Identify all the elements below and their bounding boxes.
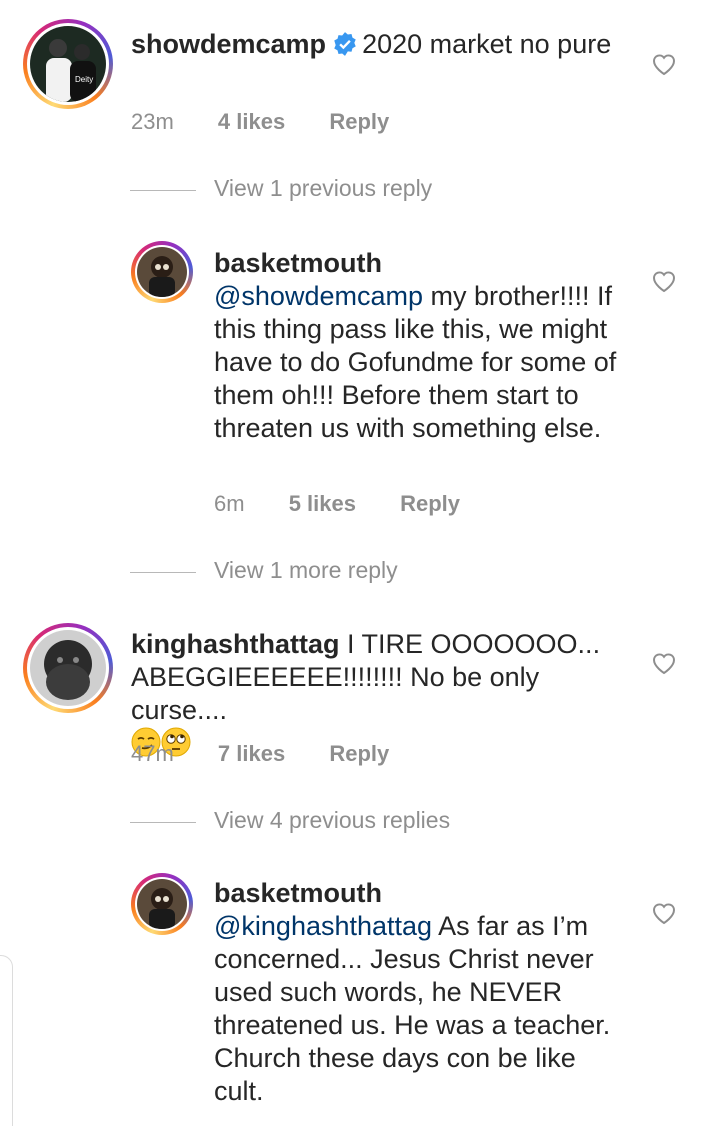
likes-count[interactable]: 5 likes xyxy=(289,491,356,516)
reply-basketmouth: basketmouth @showdemcamp my brother!!!! … xyxy=(0,235,720,535)
avatar[interactable] xyxy=(23,623,113,713)
comment-meta: 6m 5 likes Reply xyxy=(214,491,498,517)
timestamp: 6m xyxy=(214,491,245,516)
svg-text:Deity: Deity xyxy=(75,75,93,84)
avatar[interactable] xyxy=(131,241,193,303)
view-replies-label[interactable]: View 4 previous replies xyxy=(214,807,450,834)
divider xyxy=(130,822,196,823)
avatar[interactable] xyxy=(131,873,193,935)
timestamp: 47m xyxy=(131,741,174,766)
like-heart-icon[interactable] xyxy=(651,901,677,925)
comment-meta: 47m 7 likes Reply xyxy=(131,741,427,767)
reply-button[interactable]: Reply xyxy=(329,109,389,134)
divider xyxy=(130,572,196,573)
verified-badge-icon xyxy=(334,32,356,56)
like-heart-icon[interactable] xyxy=(651,651,677,675)
comment-text: basketmouth @showdemcamp my brother!!!! … xyxy=(214,247,624,445)
mention-link[interactable]: @kinghashthattag xyxy=(214,911,432,941)
divider xyxy=(130,190,196,191)
reply-button[interactable]: Reply xyxy=(400,491,460,516)
username[interactable]: showdemcamp xyxy=(131,29,326,59)
comment-kinghashthattag: kinghashthattag I TIRE OOOOOOO... ABEGGI… xyxy=(0,615,720,785)
reply-basketmouth: basketmouth @kinghashthattag As far as I… xyxy=(0,868,720,1125)
comment-showdemcamp: Deity showdemcamp 2020 market no pure 23m… xyxy=(0,0,720,150)
comment-body: 2020 market no pure xyxy=(362,29,612,59)
likes-count[interactable]: 4 likes xyxy=(218,109,285,134)
like-heart-icon[interactable] xyxy=(651,269,677,293)
like-heart-icon[interactable] xyxy=(651,52,677,76)
comment-text: showdemcamp 2020 market no pure xyxy=(131,28,631,61)
username[interactable]: kinghashthattag xyxy=(131,629,340,659)
comment-text: basketmouth @kinghashthattag As far as I… xyxy=(214,877,624,1108)
view-replies-label[interactable]: View 1 more reply xyxy=(214,557,398,584)
username[interactable]: basketmouth xyxy=(214,247,624,280)
reply-button[interactable]: Reply xyxy=(329,741,389,766)
edge-overlay xyxy=(0,955,13,1126)
comment-meta: 23m 4 likes Reply xyxy=(131,109,427,135)
likes-count[interactable]: 7 likes xyxy=(218,741,285,766)
timestamp: 23m xyxy=(131,109,174,134)
avatar[interactable]: Deity xyxy=(23,19,113,109)
view-replies-label[interactable]: View 1 previous reply xyxy=(214,175,432,202)
username[interactable]: basketmouth xyxy=(214,877,624,910)
mention-link[interactable]: @showdemcamp xyxy=(214,281,423,311)
